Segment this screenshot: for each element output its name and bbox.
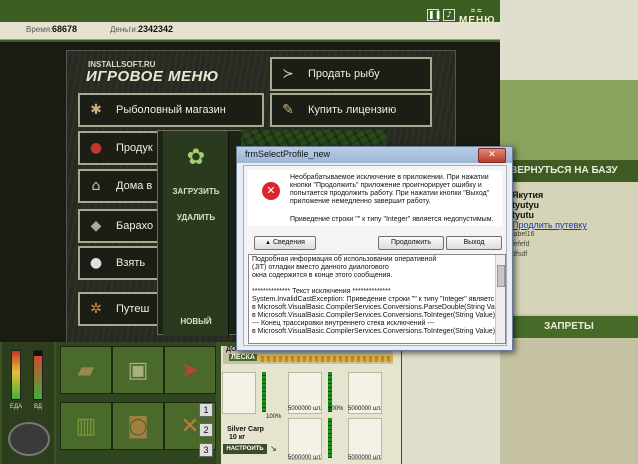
money-value: 2342342	[138, 24, 174, 34]
close-button[interactable]: ✕	[478, 148, 506, 163]
piggy-icon: ●	[89, 255, 103, 271]
money-label: Деньги:	[110, 25, 139, 34]
gauges-panel: ЕДА ВД	[2, 342, 54, 464]
extend-voucher-link[interactable]: Продлить путевку	[512, 220, 638, 230]
slot-level-bar	[262, 372, 266, 412]
small-label: label16	[512, 231, 535, 238]
details-textbox[interactable]: Подробная информация об использовании оп…	[248, 254, 506, 344]
top-icons: ❚❚ ♪	[427, 7, 455, 23]
exit-button[interactable]: Выход	[446, 236, 502, 250]
bag-icon[interactable]: ▰	[60, 346, 112, 394]
pot-icon[interactable]	[8, 422, 50, 456]
chat-line: Якутия	[512, 190, 544, 200]
water-label: ВД	[34, 404, 42, 410]
inventory-grid: ▰ ▣ ➤ ▥ ◙ ✕	[56, 342, 216, 464]
wheel-icon: ✲	[90, 301, 102, 317]
menu-button[interactable]: ≈≈ МЕНЮ	[459, 6, 496, 26]
message-box: ✕ Необрабатываемое исключение в приложен…	[248, 170, 502, 226]
setup-button[interactable]: НАСТРОИТЬ	[223, 444, 267, 454]
chevron-up-icon: ▲	[265, 240, 271, 246]
error-detail: Приведение строки "" к типу "Integer" яв…	[290, 216, 494, 223]
fish-item-icon[interactable]: ➤	[164, 346, 216, 394]
pause-icon[interactable]: ❚❚	[427, 9, 441, 21]
box-icon[interactable]: ▣	[112, 346, 164, 394]
fish-icon: ≻	[282, 66, 294, 82]
dialog-titlebar: frmSelectProfile_new ✕	[237, 147, 512, 163]
details-button[interactable]: ▲ Сведения	[254, 236, 316, 250]
small-label: dfsdf	[512, 251, 528, 258]
music-icon[interactable]: ♪	[443, 9, 455, 21]
berries-icon: ●	[89, 140, 103, 156]
return-to-base-button[interactable]: ВЕРНУТЬСЯ НА БАЗУ	[500, 160, 638, 182]
spider-icon: ✱	[90, 102, 102, 118]
fishing-shop-button[interactable]: ✱ Рыболовный магазин	[78, 93, 264, 127]
slot-quantity: 5000000 шт.	[288, 455, 322, 461]
tackle-slot[interactable]	[222, 372, 256, 414]
line-strength-bar	[258, 356, 393, 362]
error-message: Необрабатываемое исключение в приложении…	[290, 174, 490, 205]
profile-sidebar: ✿ ЗАГРУЗИТЬ УДАЛИТЬ НОВЫЙ	[163, 131, 229, 336]
scrollbar-thumb[interactable]	[497, 265, 505, 287]
menu-title: ИГРОВОЕ МЕНЮ	[86, 68, 219, 85]
page-1-button[interactable]: 1	[199, 403, 213, 417]
stats-bar: Время: 68678 Деньги: 2342342	[0, 22, 500, 40]
chat-list: Якутия tyutyu tyutu Продлить путевку lab…	[500, 182, 638, 314]
slot-percent: 100%	[328, 406, 344, 412]
items-icon: ◆	[90, 218, 102, 234]
right-top-area	[500, 0, 638, 80]
page-2-button[interactable]: 2	[199, 423, 213, 437]
slot-quantity: 5000000 шт.	[348, 406, 382, 412]
bans-button[interactable]: ЗАПРЕТЫ	[500, 316, 638, 338]
new-button[interactable]: НОВЫЙ	[163, 317, 229, 326]
bucket-icon[interactable]: ◙	[112, 402, 164, 450]
tackle-slot[interactable]	[288, 418, 322, 460]
slot-level-bar	[328, 418, 332, 458]
bottom-right-area	[402, 342, 500, 464]
chat-line: tyutyu	[512, 200, 539, 210]
food-gauge	[11, 350, 21, 400]
dialog-title: frmSelectProfile_new	[245, 149, 331, 159]
delete-button[interactable]: УДАЛИТЬ	[163, 213, 229, 222]
load-button[interactable]: ЗАГРУЗИТЬ	[163, 187, 229, 196]
food-label: ЕДА	[10, 404, 23, 410]
license-icon: ✎	[282, 102, 294, 118]
right-green-area	[500, 80, 638, 160]
slot-percent: 100%	[266, 414, 282, 420]
fish-weight: 10 кг	[229, 434, 246, 441]
time-value: 68678	[52, 24, 78, 34]
small-label: fefefd	[512, 241, 530, 248]
basket-icon[interactable]: ▥	[60, 402, 112, 450]
line-label: ЛЕСКА	[229, 354, 257, 361]
water-gauge	[33, 350, 43, 400]
details-scrollbar[interactable]	[495, 255, 505, 343]
butterfly-icon: ✿	[186, 145, 206, 170]
tackle-slot[interactable]	[348, 418, 382, 460]
fish-name: Silver Carp	[227, 426, 264, 433]
error-icon: ✕	[262, 182, 280, 200]
cursor-arrow-icon: ↘	[270, 444, 277, 453]
time-label: Время:	[26, 25, 53, 34]
continue-button[interactable]: Продолжить	[378, 236, 444, 250]
chat-line: tyutu	[512, 210, 534, 220]
house-icon: ⌂	[91, 178, 101, 194]
page-3-button[interactable]: 3	[199, 443, 213, 457]
sell-fish-button[interactable]: ≻ Продать рыбу	[270, 57, 432, 91]
slot-quantity: 5000000 шт.	[288, 406, 322, 412]
error-dialog: frmSelectProfile_new ✕ ✕ Необрабатываемо…	[236, 146, 513, 351]
slot-quantity: 5000000 шт.	[348, 455, 382, 461]
right-bottom-area	[500, 340, 638, 464]
buy-license-button[interactable]: ✎ Купить лицензию	[270, 93, 432, 127]
dialog-body: ✕ Необрабатываемое исключение в приложен…	[243, 165, 507, 346]
